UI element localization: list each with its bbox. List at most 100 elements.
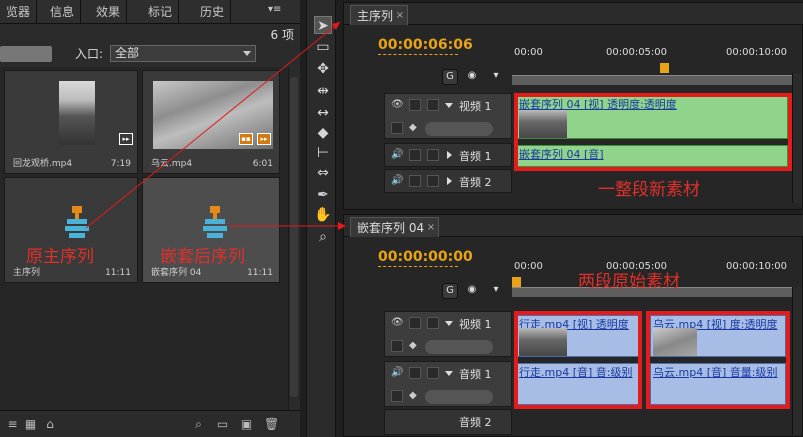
selection-tool-icon[interactable]: ➤ bbox=[314, 16, 332, 34]
vertical-scrollbar[interactable] bbox=[288, 67, 298, 410]
ruler-label: 00:00:10:00 bbox=[726, 261, 788, 272]
display-style-toggle[interactable] bbox=[391, 122, 403, 134]
playhead-icon[interactable] bbox=[512, 277, 521, 287]
timeline-ruler[interactable] bbox=[512, 75, 800, 85]
keyframe-nav[interactable] bbox=[425, 122, 493, 136]
chevron-down-icon bbox=[243, 51, 251, 56]
timecode-underline bbox=[378, 266, 458, 267]
expand-icon[interactable] bbox=[447, 177, 452, 185]
display-style-toggle[interactable] bbox=[391, 340, 403, 352]
nested-sequence-panel: 嵌套序列 04 × 00:00:00:00 00:00 00:00:05:00 … bbox=[343, 214, 803, 437]
panel-menu-icon[interactable]: ▾≡ bbox=[268, 4, 281, 15]
tab-info[interactable]: 信息 bbox=[44, 0, 82, 24]
marker-icon[interactable]: ◉ bbox=[464, 283, 480, 299]
ruler-label: 00:00 bbox=[514, 261, 543, 272]
collapse-icon[interactable] bbox=[445, 103, 453, 108]
lock-toggle[interactable] bbox=[409, 149, 421, 161]
playhead-timecode[interactable]: 00:00:00:00 bbox=[378, 249, 473, 265]
sync-toggle[interactable] bbox=[427, 367, 439, 379]
playhead-icon[interactable] bbox=[660, 63, 669, 73]
item-duration: 11:11 bbox=[105, 268, 131, 278]
track-label: 音频 2 bbox=[459, 416, 492, 429]
keyframe-icon[interactable]: ◆ bbox=[409, 122, 421, 134]
track-header-audio2: 音频 2 bbox=[384, 409, 512, 435]
ripple-edit-icon[interactable]: ✥ bbox=[314, 60, 332, 78]
sync-toggle[interactable] bbox=[427, 149, 439, 161]
keyframe-nav[interactable] bbox=[425, 340, 493, 354]
tab-browser[interactable]: 览器 bbox=[0, 0, 38, 24]
zoom-icon[interactable]: ⌕ bbox=[314, 228, 332, 246]
pen-icon[interactable]: ✒ bbox=[314, 186, 332, 204]
tab-history[interactable]: 历史 bbox=[194, 0, 232, 24]
expand-icon[interactable] bbox=[447, 151, 452, 159]
slip-icon[interactable]: ⊢ bbox=[314, 144, 332, 162]
ruler-label: 00:00:05:00 bbox=[606, 47, 668, 58]
sync-toggle[interactable] bbox=[427, 175, 439, 187]
tab-effects[interactable]: 效果 bbox=[90, 0, 128, 24]
track-header-video1: 👁 视频 1 ◆ bbox=[384, 93, 512, 139]
track-label: 音频 1 bbox=[459, 368, 492, 381]
sync-toggle[interactable] bbox=[427, 99, 439, 111]
project-item-card[interactable]: 主序列 11:11 bbox=[4, 177, 138, 283]
collapse-icon[interactable] bbox=[445, 321, 453, 326]
lock-toggle[interactable] bbox=[409, 175, 421, 187]
sequence-icon bbox=[65, 206, 89, 238]
snap-icon[interactable]: G bbox=[442, 69, 458, 85]
new-item-icon[interactable]: ▣ bbox=[240, 418, 253, 431]
vertical-scrollbar[interactable] bbox=[792, 73, 802, 203]
video-audio-icon: ▸▸ bbox=[119, 133, 133, 145]
find-icon[interactable]: ⌕ bbox=[192, 418, 205, 431]
tab-main-sequence[interactable]: 主序列 × bbox=[350, 5, 409, 26]
entry-dropdown[interactable]: 全部 bbox=[110, 45, 256, 62]
collapse-icon[interactable] bbox=[445, 371, 453, 376]
keyframe-icon[interactable]: ◆ bbox=[409, 340, 421, 352]
icon-view-icon[interactable]: ▦ bbox=[24, 418, 37, 431]
playhead-timecode[interactable]: 00:00:06:06 bbox=[378, 37, 473, 53]
vertical-scrollbar[interactable] bbox=[792, 287, 802, 435]
keyframe-icon[interactable]: ◆ bbox=[409, 390, 421, 402]
tab-label: 嵌套序列 04 bbox=[357, 221, 425, 235]
item-duration: 7:19 bbox=[110, 159, 131, 169]
rate-stretch-icon[interactable]: ↔ bbox=[314, 104, 332, 122]
keyframe-nav[interactable] bbox=[425, 390, 493, 404]
item-name: 乌云.mp4 bbox=[151, 159, 193, 169]
slide-icon[interactable]: ⇔ bbox=[314, 164, 332, 182]
new-bin-icon[interactable]: ▭ bbox=[216, 418, 229, 431]
clip-thumbnail bbox=[153, 81, 273, 149]
speaker-icon[interactable]: 🔊 bbox=[391, 367, 403, 379]
project-item-card[interactable]: ▪▪ ▸▸ 乌云.mp4 6:01 bbox=[142, 70, 280, 174]
delete-icon[interactable]: 🗑 bbox=[264, 418, 279, 431]
eye-icon[interactable]: 👁 bbox=[391, 99, 404, 111]
lock-toggle[interactable] bbox=[409, 99, 421, 111]
zoom-slider-icon[interactable]: ⌂ bbox=[40, 418, 60, 431]
marker-icon[interactable]: ◉ bbox=[464, 69, 480, 85]
hand-icon[interactable]: ✋ bbox=[314, 206, 332, 224]
tab-label: 主序列 bbox=[357, 9, 394, 23]
close-icon[interactable]: × bbox=[427, 218, 435, 238]
clip-thumbnail bbox=[59, 81, 95, 145]
add-marker-icon[interactable]: ▾ bbox=[488, 283, 504, 299]
scrollbar-thumb[interactable] bbox=[290, 77, 298, 397]
speaker-icon[interactable]: 🔊 bbox=[391, 175, 403, 187]
lock-toggle[interactable] bbox=[409, 367, 421, 379]
track-select-icon[interactable]: ▭ bbox=[314, 38, 332, 56]
sync-toggle[interactable] bbox=[427, 317, 439, 329]
project-item-card-selected[interactable]: 嵌套序列 04 11:11 bbox=[142, 177, 280, 283]
rolling-edit-icon[interactable]: ⇹ bbox=[314, 82, 332, 100]
highlight-box bbox=[646, 311, 790, 409]
entry-dropdown-value: 全部 bbox=[115, 46, 140, 60]
track-label: 视频 1 bbox=[459, 100, 492, 113]
razor-icon[interactable]: ◆ bbox=[314, 124, 332, 142]
display-style-toggle[interactable] bbox=[391, 390, 403, 402]
tab-markers[interactable]: 标记 bbox=[142, 0, 180, 24]
lock-toggle[interactable] bbox=[409, 317, 421, 329]
list-view-icon[interactable]: ≡ bbox=[6, 418, 19, 431]
project-item-card[interactable]: ▸▸ 回龙观桥.mp4 7:19 bbox=[4, 70, 138, 174]
snap-icon[interactable]: G bbox=[442, 283, 458, 299]
eye-icon[interactable]: 👁 bbox=[391, 317, 404, 329]
close-icon[interactable]: × bbox=[396, 6, 404, 26]
search-input[interactable] bbox=[0, 46, 52, 62]
tab-nested-sequence[interactable]: 嵌套序列 04 × bbox=[350, 217, 440, 238]
speaker-icon[interactable]: 🔊 bbox=[391, 149, 403, 161]
add-marker-icon[interactable]: ▾ bbox=[488, 69, 504, 85]
